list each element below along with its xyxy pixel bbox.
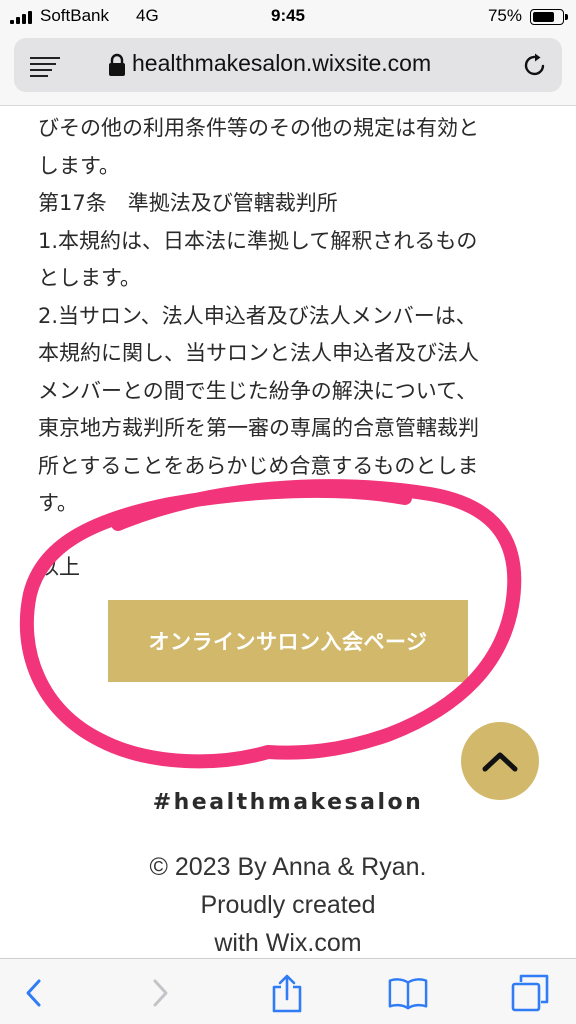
back-to-top-button[interactable] [461, 722, 539, 800]
reload-icon[interactable] [522, 52, 548, 78]
url-text[interactable]: healthmakesalon.wixsite.com [132, 50, 431, 77]
lock-icon [109, 53, 125, 76]
terms-line: 第17条 準拠法及び管轄裁判所 [38, 191, 338, 215]
terms-line: 所とすることをあらかじめ合意するものとしま [38, 453, 479, 478]
forward-icon [153, 979, 168, 1007]
chevron-up-icon [482, 752, 518, 772]
copyright-text: © 2023 By Anna & Ryan. [149, 853, 427, 881]
reader-mode-icon[interactable] [30, 57, 60, 77]
back-button[interactable] [14, 973, 54, 1013]
terms-text: びその他の利用条件等のその他の規定は有効と します。第17条 準拠法及び管轄裁判所… [38, 110, 538, 523]
share-icon [272, 974, 302, 1013]
browser-bottom-toolbar [0, 958, 576, 1024]
address-bar[interactable]: healthmakesalon.wixsite.com [14, 38, 562, 92]
tabs-icon [511, 974, 549, 1012]
terms-line: 東京地方裁判所を第一審の専属的合意管轄裁判 [38, 416, 479, 440]
terms-line: メンバーとの間で生じた紛争の解決について、 [38, 378, 478, 403]
battery-level [533, 12, 554, 22]
site-hashtag: #healthmakesalon [152, 790, 424, 815]
battery-percent: 75% [487, 6, 522, 25]
ending-text: 以上 [38, 555, 80, 579]
bookmarks-icon [388, 978, 428, 1010]
page-content: びその他の利用条件等のその他の規定は有効と します。第17条 準拠法及び管轄裁判所… [0, 106, 576, 958]
terms-line: びその他の利用条件等のその他の規定は有効と [38, 116, 479, 140]
back-icon [26, 979, 41, 1007]
terms-line: 本規約に関し、当サロンと法人申込者及び法人 [38, 341, 479, 365]
credit-line-1: Proudly created [200, 891, 376, 919]
terms-line: とします。 [38, 266, 141, 290]
terms-line: 1.本規約は、日本法に準拠して解釈されるもの [38, 228, 478, 253]
terms-line: 2.当サロン、法人申込者及び法人メンバーは、 [38, 303, 477, 328]
forward-button[interactable] [140, 973, 180, 1013]
status-bar: SoftBank 4G 9:45 75% [0, 0, 576, 32]
browser-top-bar: healthmakesalon.wixsite.com [0, 32, 576, 106]
terms-line: します。 [38, 153, 120, 178]
credit-line-2: with Wix.com [214, 929, 362, 957]
bookmarks-button[interactable] [388, 973, 428, 1013]
share-button[interactable] [267, 973, 307, 1013]
terms-line: す。 [38, 491, 78, 515]
footer: © 2023 By Anna & Ryan. Proudly created w… [0, 848, 576, 958]
battery-icon [530, 9, 568, 25]
tabs-button[interactable] [510, 973, 550, 1013]
join-online-salon-button[interactable]: オンラインサロン入会ページ [108, 600, 468, 682]
